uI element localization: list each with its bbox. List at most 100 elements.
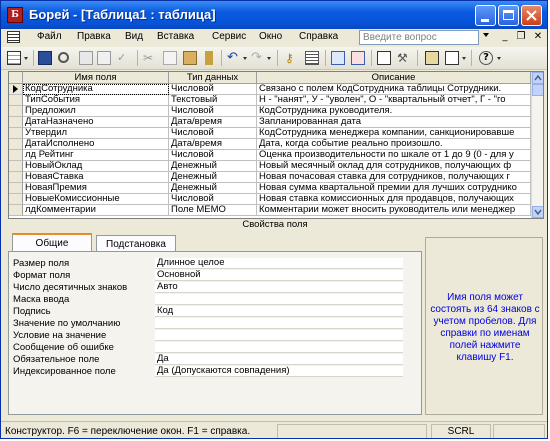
cell-data-type[interactable]: Поле MEMO [169,205,257,216]
table-row[interactable]: Предложил Числовой КодСотрудника руководит… [9,106,531,117]
undo-icon[interactable]: ↶ [227,51,241,65]
mdi-restore-button[interactable]: ❐ [514,30,528,44]
cell-field-name[interactable]: ДатаНазначено [23,117,169,128]
row-selector[interactable] [9,95,23,106]
row-selector[interactable] [9,205,23,216]
property-value[interactable]: Да [155,354,403,365]
mdi-minimize-button[interactable]: _ [498,30,512,44]
property-row[interactable]: Условие на значение [13,330,403,342]
row-selector[interactable] [9,139,23,150]
cell-description[interactable]: Новая сумма квартальной премии для лучши… [257,183,531,194]
table-row[interactable]: лд Рейтинг Числовой Оценка производительно… [9,150,531,161]
table-design-grid[interactable]: Имя поля Тип данных Описание КодСотрудни… [8,71,544,219]
table-row[interactable]: НовыйОклад Денежный Новый месячный оклад д… [9,161,531,172]
cell-data-type[interactable]: Денежный [169,183,257,194]
format-painter-icon[interactable] [205,51,213,65]
row-selector[interactable] [9,194,23,205]
row-selector[interactable] [9,117,23,128]
new-object-icon[interactable] [445,51,459,65]
property-row[interactable]: Обязательное поле Да [13,354,403,366]
row-selector[interactable] [9,183,23,194]
table-row[interactable]: НовыеКомиссионные Числовой Новая ставка ко… [9,194,531,205]
row-selector[interactable] [9,150,23,161]
cell-field-name[interactable]: НоваяСтавка [23,172,169,183]
tab-general[interactable]: Общие [12,233,92,251]
cell-description[interactable]: Новая почасовая ставка для сотрудников, … [257,172,531,183]
menu-view[interactable]: Вид [125,31,143,42]
scroll-up-button[interactable] [532,72,543,84]
property-value[interactable] [155,318,403,329]
properties-icon[interactable] [377,51,391,65]
cell-description[interactable]: Новый месячный оклад для сотрудников, по… [257,161,531,172]
cell-description[interactable]: КодСотрудника руководителя. [257,106,531,117]
cell-data-type[interactable]: Числовой [169,150,257,161]
property-value[interactable] [155,342,403,353]
help-question-input[interactable]: Введите вопрос [359,30,479,45]
print-preview-icon[interactable] [97,51,111,65]
cell-data-type[interactable]: Числовой [169,194,257,205]
property-row[interactable]: Подпись Код [13,306,403,318]
cell-description[interactable]: Связано с полем КодСотрудника таблицы Со… [257,84,531,95]
cell-data-type[interactable]: Текстовый [169,95,257,106]
property-value[interactable]: Код [155,306,403,317]
minimize-button[interactable] [475,5,496,26]
row-selector[interactable] [9,172,23,183]
cell-data-type[interactable]: Числовой [169,128,257,139]
row-selector[interactable] [9,128,23,139]
save-icon[interactable] [38,51,52,65]
help-icon[interactable]: ? [479,51,493,65]
cell-field-name[interactable]: лд Рейтинг [23,150,169,161]
property-value[interactable]: Да (Допускаются совпадения) [155,366,403,377]
table-row[interactable]: КодСотрудника Числовой Связано с полем Код… [9,84,531,95]
title-bar[interactable]: Б Борей - [Таблица1 : таблица] [1,1,547,29]
property-row[interactable]: Маска ввода [13,294,403,306]
cell-description[interactable]: Н - "нанят", У - "уволен", О - "кварталь… [257,95,531,106]
row-selector[interactable] [9,84,23,95]
property-value[interactable]: Основной [155,270,403,281]
property-row[interactable]: Формат поля Основной [13,270,403,282]
build-icon[interactable]: ⚒ [397,51,411,65]
cell-field-name[interactable]: НоваяПремия [23,183,169,194]
menu-file[interactable]: Файл [37,31,62,42]
cell-field-name[interactable]: ТипСобытия [23,95,169,106]
cell-field-name[interactable]: Предложил [23,106,169,117]
cell-description[interactable]: Дата, когда событие реально произошло. [257,139,531,150]
undo-dropdown-icon[interactable] [243,57,247,60]
table-row[interactable]: ДатаНазначено Дата/время Запланированная д… [9,117,531,128]
table-row[interactable]: НоваяСтавка Денежный Новая почасовая ставк… [9,172,531,183]
table-row[interactable]: лдКомментарии Поле MEMO Комментарии может … [9,205,531,216]
property-value[interactable]: Авто [155,282,403,293]
property-row[interactable]: Индексированное поле Да (Допускаются совп… [13,366,403,378]
cell-data-type[interactable]: Денежный [169,172,257,183]
new-object-dropdown-icon[interactable] [462,57,466,60]
cell-field-name[interactable]: ДатаИсполнено [23,139,169,150]
cell-data-type[interactable]: Числовой [169,84,257,95]
property-row[interactable]: Значение по умолчанию [13,318,403,330]
cell-description[interactable]: Оценка производительности по шкале от 1 … [257,150,531,161]
cut-icon[interactable]: ✂ [143,51,157,65]
close-button[interactable] [521,5,542,26]
cell-description[interactable]: Новая ставка комиссионных для продавцов,… [257,194,531,205]
scroll-thumb[interactable] [532,84,543,96]
column-header-field-name[interactable]: Имя поля [23,72,169,84]
cell-field-name[interactable]: НовыйОклад [23,161,169,172]
cell-field-name[interactable]: лдКомментарии [23,205,169,216]
property-value[interactable] [155,330,403,341]
document-icon[interactable] [7,31,20,43]
menu-window[interactable]: Окно [259,31,282,42]
table-row[interactable]: ТипСобытия Текстовый Н - "нанят", У - "уво… [9,95,531,106]
vertical-scrollbar[interactable] [531,72,543,218]
menu-edit[interactable]: Правка [77,31,111,42]
delete-rows-icon[interactable] [351,51,365,65]
help-tb-dropdown-icon[interactable] [497,57,501,60]
view-dropdown-icon[interactable] [24,57,28,60]
grid-header-corner[interactable] [9,72,23,84]
menu-tools[interactable]: Сервис [212,31,246,42]
property-value[interactable] [155,294,403,305]
maximize-button[interactable] [498,5,519,26]
table-row[interactable]: НоваяПремия Денежный Новая сумма квартальн… [9,183,531,194]
column-header-description[interactable]: Описание [257,72,531,84]
row-selector[interactable] [9,106,23,117]
database-window-icon[interactable] [425,51,439,65]
copy-icon[interactable] [163,51,177,65]
